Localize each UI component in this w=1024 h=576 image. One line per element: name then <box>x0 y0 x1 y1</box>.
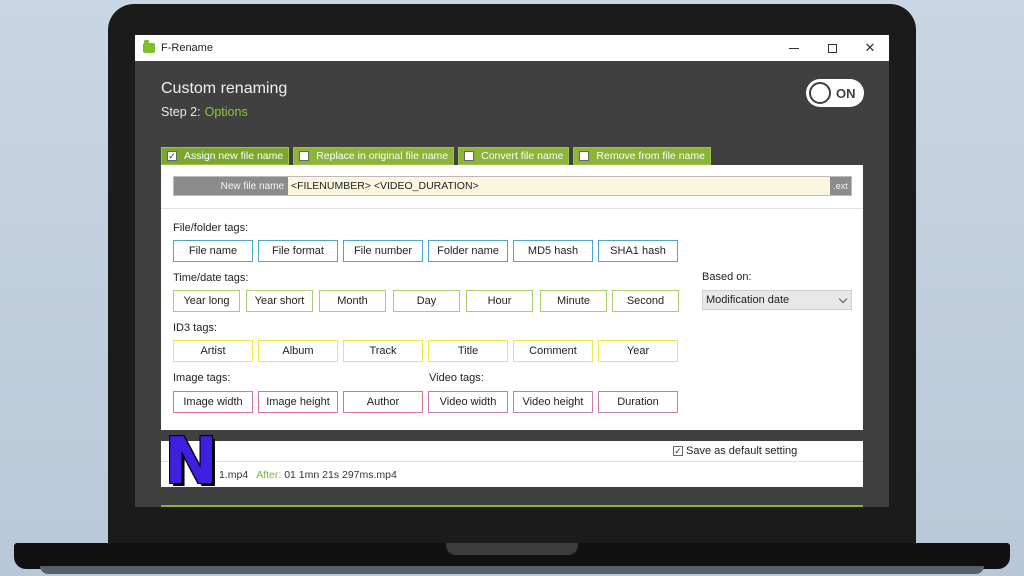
tag-day[interactable]: Day <box>393 290 460 312</box>
checkbox-icon <box>579 151 590 161</box>
minimize-icon <box>789 47 799 49</box>
app-icon <box>143 40 155 53</box>
rename-preview: 1.mp4 After: 01 1mn 21s 297ms.mp4 <box>219 469 397 481</box>
minimize-button[interactable] <box>775 35 813 61</box>
tag-video-width[interactable]: Video width <box>428 391 508 413</box>
tab-remove-from-file-name[interactable]: Remove from file name <box>573 147 711 165</box>
checkbox-icon <box>464 151 475 161</box>
tag-month[interactable]: Month <box>319 290 386 312</box>
tag-file-number[interactable]: File number <box>343 240 423 262</box>
tag-video-height[interactable]: Video height <box>513 391 593 413</box>
overlay-logo: N <box>164 425 218 499</box>
tag-duration[interactable]: Duration <box>598 391 678 413</box>
tag-comment[interactable]: Comment <box>513 340 593 362</box>
tag-author[interactable]: Author <box>343 391 423 413</box>
status-bar <box>161 505 863 507</box>
time-date-tags-label: Time/date tags: <box>173 272 249 284</box>
on-off-toggle[interactable]: ON <box>806 79 864 107</box>
tab-assign-new-file-name[interactable]: ✓ Assign new file name <box>161 147 290 165</box>
step-prefix: Step 2: <box>161 105 201 119</box>
tab-label: Replace in original file name <box>316 150 449 162</box>
video-tags-label: Video tags: <box>429 372 484 384</box>
checkbox-icon: ✓ <box>673 445 683 456</box>
tab-replace-in-original[interactable]: Replace in original file name <box>293 147 455 165</box>
tab-label: Convert file name <box>481 150 564 162</box>
tag-artist[interactable]: Artist <box>173 340 253 362</box>
maximize-button[interactable] <box>813 35 851 61</box>
save-default-label: Save as default setting <box>686 445 798 457</box>
tag-image-width[interactable]: Image width <box>173 391 253 413</box>
tab-label: Remove from file name <box>596 150 705 162</box>
tag-track[interactable]: Track <box>343 340 423 362</box>
tag-minute[interactable]: Minute <box>540 290 607 312</box>
tab-convert-file-name[interactable]: Convert file name <box>458 147 570 165</box>
divider <box>161 208 863 209</box>
step-indicator: Step 2: Options <box>161 105 248 119</box>
app-window: F-Rename ✕ Custom renaming Step 2: Option… <box>135 35 889 507</box>
tag-image-height[interactable]: Image height <box>258 391 338 413</box>
tag-sha1-hash[interactable]: SHA1 hash <box>598 240 678 262</box>
chevron-down-icon <box>838 294 848 303</box>
based-on-select[interactable]: Modification date <box>702 290 852 310</box>
based-on-value: Modification date <box>706 294 790 306</box>
laptop-base-shadow <box>40 566 984 574</box>
tab-label: Assign new file name <box>184 150 284 162</box>
id3-tags-label: ID3 tags: <box>173 322 218 334</box>
new-file-name-row: New file name .ext <box>173 176 852 196</box>
page-title: Custom renaming <box>161 80 288 97</box>
close-icon: ✕ <box>864 40 876 55</box>
tag-second[interactable]: Second <box>612 290 679 312</box>
new-file-name-label: New file name <box>174 177 288 195</box>
tag-hour[interactable]: Hour <box>466 290 533 312</box>
tag-file-name[interactable]: File name <box>173 240 253 262</box>
laptop-notch <box>446 543 578 555</box>
preview-panel: ✓ Save as default setting 1.mp4 After: 01… <box>161 441 863 487</box>
preview-after-label: After: <box>256 469 282 481</box>
step-name: Options <box>204 105 248 119</box>
title-bar: F-Rename ✕ <box>135 35 889 61</box>
tag-year-long[interactable]: Year long <box>173 290 240 312</box>
mode-tabs: ✓ Assign new file name Replace in origin… <box>161 147 711 165</box>
checkbox-icon <box>299 151 310 161</box>
image-tags-label: Image tags: <box>173 372 231 384</box>
preview-before: 1.mp4 <box>219 469 249 481</box>
toggle-knob <box>809 82 831 104</box>
tag-year-short[interactable]: Year short <box>246 290 313 312</box>
toggle-label: ON <box>836 85 856 101</box>
extension-label: .ext <box>830 177 851 195</box>
tag-title[interactable]: Title <box>428 340 508 362</box>
new-file-name-input[interactable] <box>288 177 830 195</box>
window-title: F-Rename <box>161 42 213 54</box>
options-panel: New file name .ext File/folder tags: Fil… <box>161 165 863 430</box>
tag-file-format[interactable]: File format <box>258 240 338 262</box>
file-folder-tags-label: File/folder tags: <box>173 222 249 234</box>
tag-album[interactable]: Album <box>258 340 338 362</box>
tag-md5-hash[interactable]: MD5 hash <box>513 240 593 262</box>
close-button[interactable]: ✕ <box>851 35 889 61</box>
window-controls: ✕ <box>775 35 889 61</box>
preview-after-value: 01 1mn 21s 297ms.mp4 <box>284 469 397 481</box>
based-on-label: Based on: <box>702 271 752 283</box>
checkbox-icon: ✓ <box>167 150 177 161</box>
save-default-checkbox[interactable]: ✓ Save as default setting <box>673 445 797 457</box>
divider <box>161 461 863 462</box>
maximize-icon <box>827 43 837 53</box>
tag-year[interactable]: Year <box>598 340 678 362</box>
tag-folder-name[interactable]: Folder name <box>428 240 508 262</box>
